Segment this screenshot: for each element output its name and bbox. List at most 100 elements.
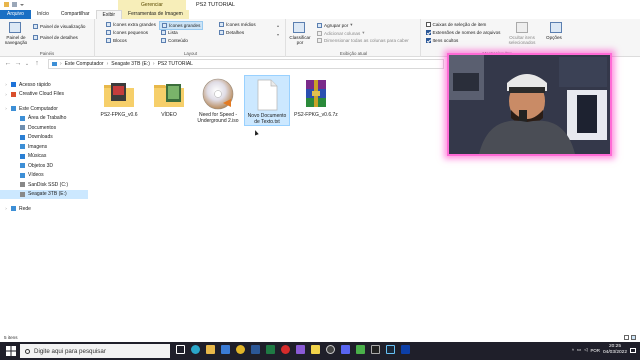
store-icon[interactable]: [221, 345, 230, 354]
chevron-up-icon[interactable]: ^: [572, 348, 574, 353]
network-icon[interactable]: ▭: [577, 347, 581, 353]
sidebar-item[interactable]: Downloads: [0, 133, 88, 142]
sidebar-item[interactable]: Imagens: [0, 142, 88, 151]
hide-selected-icon[interactable]: [516, 22, 528, 33]
forward-button[interactable]: →: [14, 60, 22, 68]
folder-icon[interactable]: [4, 2, 9, 7]
recent-locations-button[interactable]: ⌄: [23, 60, 31, 68]
details-view-icon[interactable]: [624, 335, 629, 340]
item-checkboxes-toggle[interactable]: Caixas de seleção de item: [426, 22, 486, 27]
hidden-items-toggle[interactable]: Itens ocultos: [426, 38, 458, 43]
sidebar-item[interactable]: Músicas: [0, 152, 88, 161]
details-pane-button[interactable]: Painel de detalhes: [33, 35, 78, 40]
terminal-icon[interactable]: [371, 345, 380, 354]
language-indicator[interactable]: POR: [590, 348, 600, 353]
chevron-right-icon[interactable]: ›: [4, 92, 8, 97]
excel-icon[interactable]: [266, 345, 275, 354]
options-button[interactable]: Opções: [546, 35, 562, 40]
checkbox-icon[interactable]: [426, 38, 431, 43]
sidebar-item[interactable]: Área de Trabalho: [0, 114, 88, 123]
hide-selected-button[interactable]: Ocultar itens selecionados: [506, 35, 538, 45]
chevron-down-icon[interactable]: [20, 4, 24, 6]
download-icon: [20, 134, 25, 140]
chevron-right-icon[interactable]: ›: [4, 82, 8, 87]
large-icons-view-icon[interactable]: [631, 335, 636, 340]
address-bar[interactable]: › Este Computador › Seagate 3TB (E:) › P…: [48, 59, 444, 69]
opera-icon[interactable]: [281, 345, 290, 354]
save-icon[interactable]: [12, 2, 17, 7]
navigation-pane-icon[interactable]: [9, 22, 21, 33]
breadcrumb-computer[interactable]: Este Computador: [65, 61, 104, 67]
sort-by-icon[interactable]: [293, 22, 305, 33]
obs-icon[interactable]: [326, 345, 335, 354]
windows-start-icon[interactable]: [6, 346, 16, 356]
file-extensions-toggle[interactable]: Extensões de nomes de arquivos: [426, 30, 500, 35]
breadcrumb-folder[interactable]: PS2 TUTORIAL: [158, 61, 193, 67]
quick-access-toolbar: [4, 2, 24, 7]
fit-columns-button[interactable]: Dimensionar todas as colunas para caber: [317, 38, 409, 43]
sidebar-item[interactable]: Seagate 3TB (E:): [0, 189, 88, 199]
preview-pane-button[interactable]: Painel de visualização: [33, 24, 85, 29]
sidebar-item[interactable]: › Este Computador: [0, 104, 88, 113]
file-item[interactable]: VÍDEO: [146, 75, 192, 119]
up-button[interactable]: ↑: [33, 60, 41, 68]
chat-icon[interactable]: [356, 345, 365, 354]
playstation-icon[interactable]: [401, 345, 410, 354]
image-icon: [20, 144, 25, 149]
taskbar-search[interactable]: Digite aqui para pesquisar: [20, 344, 170, 358]
discord-icon[interactable]: [341, 345, 350, 354]
notifications-icon[interactable]: [630, 347, 636, 353]
app-icon[interactable]: [296, 345, 305, 354]
group-by-button[interactable]: Agrupar por ▾: [317, 22, 353, 28]
sidebar-item-label: Seagate 3TB (E:): [28, 191, 67, 197]
file-item[interactable]: PS2-FPKG_v0.6: [96, 75, 142, 119]
layout-small-icons[interactable]: Ícones pequenos: [106, 30, 148, 35]
tab-image-tools[interactable]: Ferramentas de Imagem: [122, 10, 189, 19]
sidebar-item[interactable]: › Acesso rápido: [0, 80, 88, 89]
sidebar-item[interactable]: › Creative Cloud Files: [0, 90, 88, 99]
file-item[interactable]: Need for Speed - Underground 2.iso: [195, 75, 241, 124]
file-item[interactable]: Novo Documento de Texto.txt: [244, 75, 290, 136]
volume-icon[interactable]: ◁: [584, 347, 587, 353]
layout-large-icons[interactable]: Ícones grandes: [159, 21, 204, 30]
clock[interactable]: 20:25 04/03/2022: [603, 344, 627, 356]
layout-details[interactable]: Detalhes: [219, 30, 244, 35]
sidebar-item[interactable]: SanDisk SSD (C:): [0, 180, 88, 189]
checkbox-icon[interactable]: [426, 22, 431, 27]
chevron-right-icon[interactable]: ›: [4, 106, 8, 111]
back-button[interactable]: ←: [4, 60, 12, 68]
layout-tiles[interactable]: Blocos: [106, 38, 127, 43]
tab-home[interactable]: Início: [31, 10, 55, 19]
navigation-pane-button[interactable]: Painel de navegação: [2, 35, 30, 45]
layout-extra-large-icons[interactable]: Ícones extra grandes: [106, 22, 156, 27]
layout-scroll[interactable]: ▴ ▾: [277, 23, 279, 37]
task-view-icon[interactable]: [176, 345, 185, 354]
notes-icon[interactable]: [311, 345, 320, 354]
layout-list[interactable]: Lista: [161, 30, 178, 35]
chevron-up-icon[interactable]: ▴: [277, 23, 279, 28]
tab-file[interactable]: Arquivo: [0, 10, 31, 19]
edge-icon[interactable]: [191, 345, 200, 354]
breadcrumb-drive[interactable]: Seagate 3TB (E:): [111, 61, 150, 67]
context-tab-manage[interactable]: Gerenciar: [118, 0, 186, 10]
chevron-down-icon[interactable]: ▾: [277, 32, 279, 37]
sort-by-button[interactable]: Classificar por: [288, 35, 312, 45]
file-item[interactable]: PS2-FPKG_v0.6.7z: [293, 75, 339, 119]
steam-icon[interactable]: [386, 345, 395, 354]
chrome-icon[interactable]: [236, 345, 245, 354]
sidebar-item[interactable]: Vídeos: [0, 171, 88, 180]
layout-content[interactable]: Conteúdo: [161, 38, 188, 43]
tab-view[interactable]: Exibir: [95, 10, 123, 19]
layout-medium-icons[interactable]: Ícones médios: [219, 22, 256, 27]
checkbox-icon[interactable]: [426, 30, 431, 35]
word-icon[interactable]: [251, 345, 260, 354]
add-columns-button[interactable]: Adicionar colunas ▾: [317, 30, 365, 36]
item-count: 5 itens: [4, 335, 18, 340]
tab-share[interactable]: Compartilhar: [55, 10, 96, 19]
options-icon[interactable]: [550, 22, 562, 33]
sidebar-item[interactable]: › Rede: [0, 204, 88, 213]
sidebar-item[interactable]: Objetos 3D: [0, 161, 88, 170]
file-explorer-icon[interactable]: [206, 345, 215, 354]
sidebar-item[interactable]: Documentos: [0, 123, 88, 132]
chevron-right-icon[interactable]: ›: [4, 206, 8, 211]
